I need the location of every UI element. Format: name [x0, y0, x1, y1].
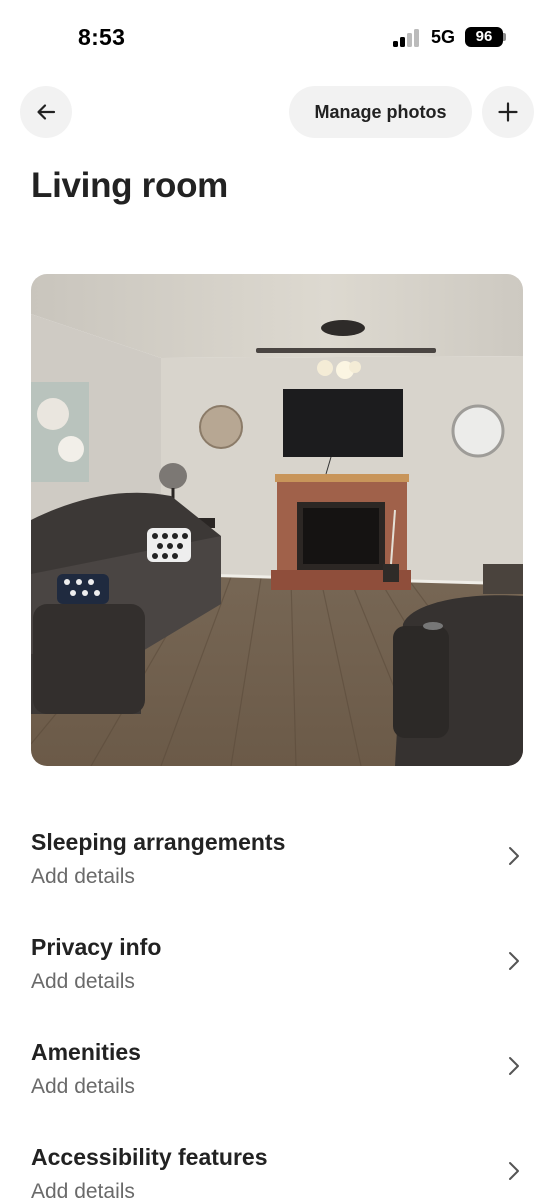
row-title: Amenities [31, 1039, 141, 1065]
plus-icon [498, 102, 518, 122]
cellular-signal-icon [393, 29, 423, 47]
accessibility-features-row[interactable]: Accessibility features Add details [0, 1144, 554, 1200]
chevron-right-icon [509, 952, 519, 970]
row-subtitle: Add details [31, 970, 135, 993]
chevron-right-icon [509, 1162, 519, 1180]
status-time: 8:53 [78, 24, 126, 50]
room-photo[interactable] [31, 274, 523, 766]
manage-photos-button[interactable]: Manage photos [289, 86, 472, 138]
chevron-right-icon [509, 847, 519, 865]
battery-icon: 96 [465, 27, 503, 47]
arrow-left-icon [37, 104, 56, 120]
network-type: 5G [431, 27, 456, 47]
privacy-info-row[interactable]: Privacy info Add details [0, 934, 554, 1014]
back-button[interactable] [20, 86, 72, 138]
battery-tip [503, 33, 506, 41]
chevron-right-icon [509, 1057, 519, 1075]
page-title: Living room [31, 166, 228, 205]
add-photo-button[interactable] [482, 86, 534, 138]
row-title: Sleeping arrangements [31, 829, 286, 855]
row-subtitle: Add details [31, 1180, 135, 1200]
row-subtitle: Add details [31, 865, 135, 888]
amenities-row[interactable]: Amenities Add details [0, 1039, 554, 1119]
row-title: Accessibility features [31, 1144, 268, 1170]
manage-photos-label: Manage photos [314, 101, 447, 122]
battery-level: 96 [475, 28, 493, 45]
row-subtitle: Add details [31, 1075, 135, 1098]
row-title: Privacy info [31, 934, 162, 960]
sleeping-arrangements-row[interactable]: Sleeping arrangements Add details [0, 829, 554, 909]
status-bar: 8:53 5G 96 [0, 0, 554, 74]
